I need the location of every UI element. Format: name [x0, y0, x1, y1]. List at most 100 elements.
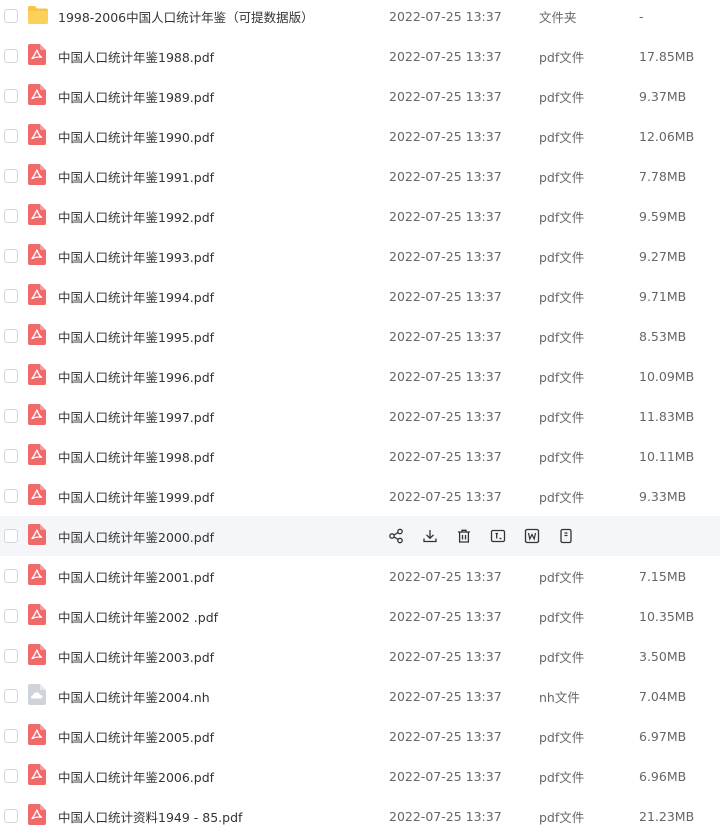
row-checkbox[interactable] [4, 369, 18, 383]
file-date: 2022-07-25 13:37 [389, 608, 502, 624]
convert-word-icon[interactable] [522, 526, 542, 546]
row-checkbox[interactable] [4, 649, 18, 663]
nh-file-icon [28, 684, 48, 706]
file-row[interactable]: 中国人口统计年鉴1988.pdf 2022-07-25 13:37 pdf文件 17.… [0, 36, 720, 76]
file-row[interactable]: 中国人口统计年鉴1997.pdf 2022-07-25 13:37 pdf文件 11.… [0, 396, 720, 436]
more-file-icon[interactable] [556, 526, 576, 546]
file-row[interactable]: 中国人口统计年鉴1995.pdf 2022-07-25 13:37 pdf文件 8.5… [0, 316, 720, 356]
file-row[interactable]: 中国人口统计年鉴1990.pdf 2022-07-25 13:37 pdf文件 12.… [0, 116, 720, 156]
file-name-link[interactable]: 中国人口统计资料1949 - 85.pdf [58, 807, 242, 826]
row-checkbox[interactable] [4, 329, 18, 343]
row-checkbox[interactable] [4, 529, 18, 543]
file-name-link[interactable]: 中国人口统计年鉴2003.pdf [58, 647, 214, 666]
row-checkbox[interactable] [4, 689, 18, 703]
file-type: pdf文件 [539, 289, 585, 305]
pdf-icon [28, 124, 48, 146]
file-list: 1998-2006中国人口统计年鉴（可提数据版） 2022-07-25 13:37… [0, 0, 726, 830]
file-row[interactable]: 中国人口统计年鉴2005.pdf 2022-07-25 13:37 pdf文件 6.9… [0, 716, 720, 756]
file-row[interactable]: 中国人口统计年鉴2003.pdf 2022-07-25 13:37 pdf文件 3.5… [0, 636, 720, 676]
delete-icon[interactable] [454, 526, 474, 546]
text-extract-icon[interactable] [488, 526, 508, 546]
row-checkbox[interactable] [4, 49, 18, 63]
file-row[interactable]: 中国人口统计年鉴2002 .pdf 2022-07-25 13:37 pdf文件 10… [0, 596, 720, 636]
file-row[interactable]: 中国人口统计年鉴1993.pdf 2022-07-25 13:37 pdf文件 9.2… [0, 236, 720, 276]
row-checkbox[interactable] [4, 409, 18, 423]
folder-icon [27, 6, 48, 28]
file-name-link[interactable]: 中国人口统计年鉴1999.pdf [58, 487, 214, 506]
file-name-link[interactable]: 中国人口统计年鉴2005.pdf [58, 727, 214, 746]
file-row[interactable]: 中国人口统计年鉴2006.pdf 2022-07-25 13:37 pdf文件 6.9… [0, 756, 720, 796]
file-name-link[interactable]: 中国人口统计年鉴2006.pdf [58, 767, 214, 786]
pdf-icon [28, 244, 48, 266]
file-name-link[interactable]: 中国人口统计年鉴1993.pdf [58, 247, 214, 266]
row-checkbox[interactable] [4, 489, 18, 503]
row-checkbox[interactable] [4, 209, 18, 223]
file-name-link[interactable]: 中国人口统计年鉴2001.pdf [58, 567, 214, 586]
download-icon[interactable] [420, 526, 440, 546]
row-checkbox[interactable] [4, 729, 18, 743]
file-name-link[interactable]: 中国人口统计年鉴2004.nh [58, 687, 210, 706]
file-row[interactable]: 中国人口统计资料1949 - 85.pdf 2022-07-25 13:37 pdf… [0, 796, 720, 836]
file-name-link[interactable]: 中国人口统计年鉴1992.pdf [58, 207, 214, 226]
file-date: 2022-07-25 13:37 [389, 448, 502, 464]
file-name-link[interactable]: 中国人口统计年鉴2000.pdf [58, 527, 214, 546]
file-size: 10.11MB [639, 448, 695, 464]
file-size: 10.35MB [639, 608, 695, 624]
file-row[interactable]: 中国人口统计年鉴1998.pdf 2022-07-25 13:37 pdf文件 10.… [0, 436, 720, 476]
file-type: pdf文件 [539, 809, 585, 825]
row-checkbox[interactable] [4, 249, 18, 263]
row-checkbox[interactable] [4, 769, 18, 783]
file-size: 9.71MB [639, 288, 687, 304]
file-size: 12.06MB [639, 128, 695, 144]
file-row[interactable]: 中国人口统计年鉴1991.pdf 2022-07-25 13:37 pdf文件 7.7… [0, 156, 720, 196]
pdf-icon [28, 524, 48, 546]
file-row[interactable]: 中国人口统计年鉴2001.pdf 2022-07-25 13:37 pdf文件 7.1… [0, 556, 720, 596]
file-row[interactable]: 中国人口统计年鉴1989.pdf 2022-07-25 13:37 pdf文件 9.3… [0, 76, 720, 116]
file-row[interactable]: 中国人口统计年鉴1992.pdf 2022-07-25 13:37 pdf文件 9.5… [0, 196, 720, 236]
file-name-link[interactable]: 中国人口统计年鉴1996.pdf [58, 367, 214, 386]
file-type: pdf文件 [539, 449, 585, 465]
file-name-link[interactable]: 中国人口统计年鉴1998.pdf [58, 447, 214, 466]
file-row[interactable]: 中国人口统计年鉴1999.pdf 2022-07-25 13:37 pdf文件 9.3… [0, 476, 720, 516]
row-checkbox[interactable] [4, 569, 18, 583]
row-checkbox[interactable] [4, 129, 18, 143]
share-icon[interactable] [386, 526, 406, 546]
file-name-link[interactable]: 1998-2006中国人口统计年鉴（可提数据版） [58, 7, 314, 26]
file-date: 2022-07-25 13:37 [389, 688, 502, 704]
file-row[interactable]: 中国人口统计年鉴1994.pdf 2022-07-25 13:37 pdf文件 9.7… [0, 276, 720, 316]
file-size: 17.85MB [639, 48, 695, 64]
file-size: 7.78MB [639, 168, 687, 184]
file-date: 2022-07-25 13:37 [389, 728, 502, 744]
file-name-link[interactable]: 中国人口统计年鉴1991.pdf [58, 167, 214, 186]
file-name-link[interactable]: 中国人口统计年鉴2002 .pdf [58, 607, 218, 626]
file-row[interactable]: 1998-2006中国人口统计年鉴（可提数据版） 2022-07-25 13:37… [0, 0, 720, 36]
row-checkbox[interactable] [4, 609, 18, 623]
row-checkbox[interactable] [4, 289, 18, 303]
file-name-link[interactable]: 中国人口统计年鉴1988.pdf [58, 47, 214, 66]
file-size: 9.27MB [639, 248, 687, 264]
file-type: pdf文件 [539, 249, 585, 265]
file-type: pdf文件 [539, 129, 585, 145]
file-date: 2022-07-25 13:37 [389, 328, 502, 344]
file-type: pdf文件 [539, 649, 585, 665]
row-checkbox[interactable] [4, 169, 18, 183]
file-date: 2022-07-25 13:37 [389, 48, 502, 64]
file-size: 21.23MB [639, 808, 695, 824]
file-name-link[interactable]: 中国人口统计年鉴1997.pdf [58, 407, 214, 426]
file-name-link[interactable]: 中国人口统计年鉴1990.pdf [58, 127, 214, 146]
row-checkbox[interactable] [4, 449, 18, 463]
file-date: 2022-07-25 13:37 [389, 288, 502, 304]
file-date: 2022-07-25 13:37 [389, 208, 502, 224]
row-checkbox[interactable] [4, 809, 18, 823]
pdf-icon [28, 484, 48, 506]
file-name-link[interactable]: 中国人口统计年鉴1989.pdf [58, 87, 214, 106]
file-row[interactable]: 中国人口统计年鉴1996.pdf 2022-07-25 13:37 pdf文件 10.… [0, 356, 720, 396]
file-type: pdf文件 [539, 409, 585, 425]
file-row[interactable]: 中国人口统计年鉴2004.nh 2022-07-25 13:37 nh文件 7.04M… [0, 676, 720, 716]
file-name-link[interactable]: 中国人口统计年鉴1994.pdf [58, 287, 214, 306]
file-row-hovered[interactable]: 中国人口统计年鉴2000.pdf [0, 516, 720, 556]
file-name-link[interactable]: 中国人口统计年鉴1995.pdf [58, 327, 214, 346]
row-checkbox[interactable] [4, 9, 18, 23]
file-date: 2022-07-25 13:37 [389, 488, 502, 504]
row-checkbox[interactable] [4, 89, 18, 103]
